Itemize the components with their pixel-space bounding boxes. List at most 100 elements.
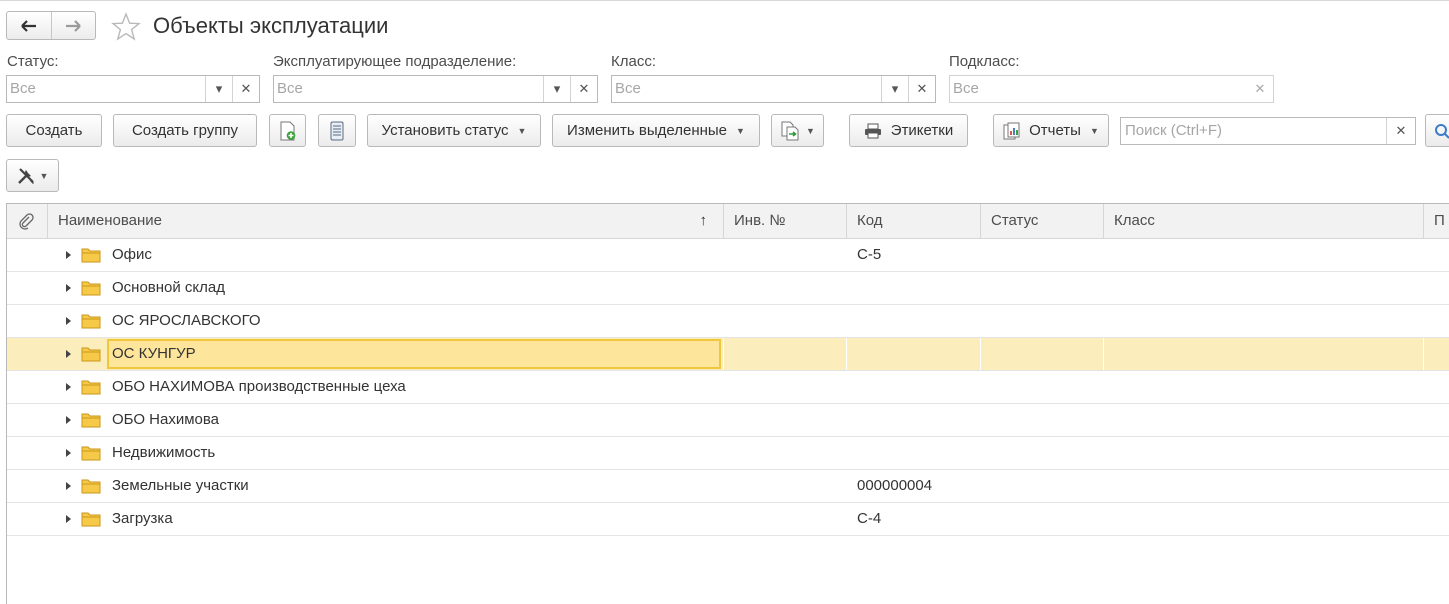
- table-row[interactable]: Недвижимость: [7, 437, 1449, 470]
- add-copy-button[interactable]: [269, 114, 306, 147]
- row-inv: [734, 272, 844, 304]
- attachment-column-header[interactable]: [7, 204, 48, 238]
- create-button[interactable]: Создать: [6, 114, 102, 147]
- department-filter-label: Эксплуатирующее подразделение:: [273, 53, 517, 70]
- reports-button[interactable]: Отчеты ▼: [993, 114, 1109, 147]
- clear-icon[interactable]: ✕: [908, 76, 935, 102]
- reports-icon: [1003, 122, 1020, 139]
- create-group-button[interactable]: Создать группу: [113, 114, 257, 147]
- code-column-header[interactable]: Код: [847, 204, 981, 238]
- chevron-down-icon[interactable]: ▾: [205, 76, 232, 102]
- clear-icon[interactable]: ✕: [1247, 76, 1273, 102]
- row-status: [991, 470, 1101, 502]
- status-column-header[interactable]: Статус: [981, 204, 1104, 238]
- column-divider: [1103, 338, 1104, 370]
- expand-arrow-icon[interactable]: [66, 383, 71, 391]
- expand-arrow-icon[interactable]: [66, 482, 71, 490]
- name-column-label: Наименование: [58, 212, 162, 229]
- status-filter[interactable]: Все ▾ ✕: [6, 75, 260, 103]
- row-status: [991, 305, 1101, 337]
- exchange-button[interactable]: ▼: [771, 114, 824, 147]
- change-selected-button[interactable]: Изменить выделенные ▼: [552, 114, 760, 147]
- row-name: Загрузка: [112, 510, 173, 527]
- document-add-icon: [280, 121, 295, 140]
- expand-arrow-icon[interactable]: [66, 515, 71, 523]
- arrow-right-icon: [66, 19, 82, 32]
- department-filter-value[interactable]: Все: [274, 76, 543, 102]
- table-row[interactable]: Загрузка С-4: [7, 503, 1449, 536]
- table-row[interactable]: ОБО Нахимова: [7, 404, 1449, 437]
- clear-icon[interactable]: ✕: [570, 76, 597, 102]
- set-status-label: Установить статус: [381, 122, 509, 139]
- table-row[interactable]: Офис С-5: [7, 239, 1449, 272]
- table-row[interactable]: ОС КУНГУР: [7, 338, 1449, 371]
- row-code: [857, 272, 977, 304]
- folder-icon: [81, 248, 101, 263]
- subclass-filter-value[interactable]: Все: [950, 76, 1247, 102]
- row-code: [857, 338, 977, 370]
- favorite-star-icon[interactable]: [111, 12, 141, 46]
- search-placeholder[interactable]: Поиск (Ctrl+F): [1121, 118, 1386, 144]
- class-column-header[interactable]: Класс: [1104, 204, 1424, 238]
- folder-icon: [81, 347, 101, 362]
- row-status: [991, 503, 1101, 535]
- expand-arrow-icon[interactable]: [66, 350, 71, 358]
- table-row[interactable]: Земельные участки 000000004: [7, 470, 1449, 503]
- row-inv: [734, 404, 844, 436]
- inv-column-header[interactable]: Инв. №: [724, 204, 847, 238]
- expand-arrow-icon[interactable]: [66, 416, 71, 424]
- search-icon: [1435, 123, 1449, 139]
- table-row[interactable]: ОБО НАХИМОВА производственные цеха: [7, 371, 1449, 404]
- row-class: [1114, 239, 1414, 271]
- subclass-filter[interactable]: Все ✕: [949, 75, 1274, 103]
- subclass-filter-label: Подкласс:: [949, 53, 1020, 70]
- table-row[interactable]: ОС ЯРОСЛАВСКОГО: [7, 305, 1449, 338]
- sort-ascending-icon: ↑: [699, 212, 708, 229]
- row-name: Основной склад: [112, 279, 226, 296]
- row-status: [991, 404, 1101, 436]
- row-status: [991, 437, 1101, 469]
- expand-arrow-icon[interactable]: [66, 317, 71, 325]
- labels-button[interactable]: Этикетки: [849, 114, 968, 147]
- status-filter-value[interactable]: Все: [7, 76, 205, 102]
- row-inv: [734, 239, 844, 271]
- subclass-column-header[interactable]: П: [1424, 204, 1449, 238]
- chevron-down-icon: ▼: [806, 125, 815, 136]
- class-filter-value[interactable]: Все: [612, 76, 881, 102]
- labels-label: Этикетки: [890, 122, 954, 139]
- change-selected-label: Изменить выделенные: [567, 122, 728, 139]
- row-class: [1114, 371, 1414, 403]
- row-code: [857, 305, 977, 337]
- expand-arrow-icon[interactable]: [66, 449, 71, 457]
- reports-label: Отчеты: [1029, 122, 1081, 139]
- chevron-down-icon[interactable]: ▾: [543, 76, 570, 102]
- forward-button[interactable]: [50, 12, 96, 39]
- row-class: [1114, 338, 1414, 370]
- class-filter[interactable]: Все ▾ ✕: [611, 75, 936, 103]
- chevron-down-icon[interactable]: ▾: [881, 76, 908, 102]
- more-actions-button[interactable]: ▼: [6, 159, 59, 192]
- row-name: Недвижимость: [112, 444, 216, 461]
- set-status-button[interactable]: Установить статус ▼: [367, 114, 541, 147]
- row-name: Офис: [112, 246, 152, 263]
- column-divider: [1423, 338, 1424, 370]
- row-name: ОС КУНГУР: [112, 345, 196, 362]
- clear-icon[interactable]: ✕: [232, 76, 259, 102]
- clear-search-icon[interactable]: ✕: [1386, 118, 1415, 144]
- expand-arrow-icon[interactable]: [66, 251, 71, 259]
- table-row[interactable]: Основной склад: [7, 272, 1449, 305]
- list-view-button[interactable]: [318, 114, 356, 147]
- row-class: [1114, 404, 1414, 436]
- back-button[interactable]: [7, 12, 51, 39]
- name-column-header[interactable]: Наименование ↑: [48, 204, 724, 238]
- document-exchange-icon: [781, 121, 799, 140]
- top-border: [0, 0, 1449, 1]
- search-input[interactable]: Поиск (Ctrl+F) ✕: [1120, 117, 1416, 145]
- expand-arrow-icon[interactable]: [66, 284, 71, 292]
- folder-icon: [81, 380, 101, 395]
- row-status: [991, 272, 1101, 304]
- class-filter-label: Класс:: [611, 53, 656, 70]
- department-filter[interactable]: Все ▾ ✕: [273, 75, 598, 103]
- search-button[interactable]: [1425, 114, 1449, 147]
- row-code: 000000004: [857, 477, 933, 494]
